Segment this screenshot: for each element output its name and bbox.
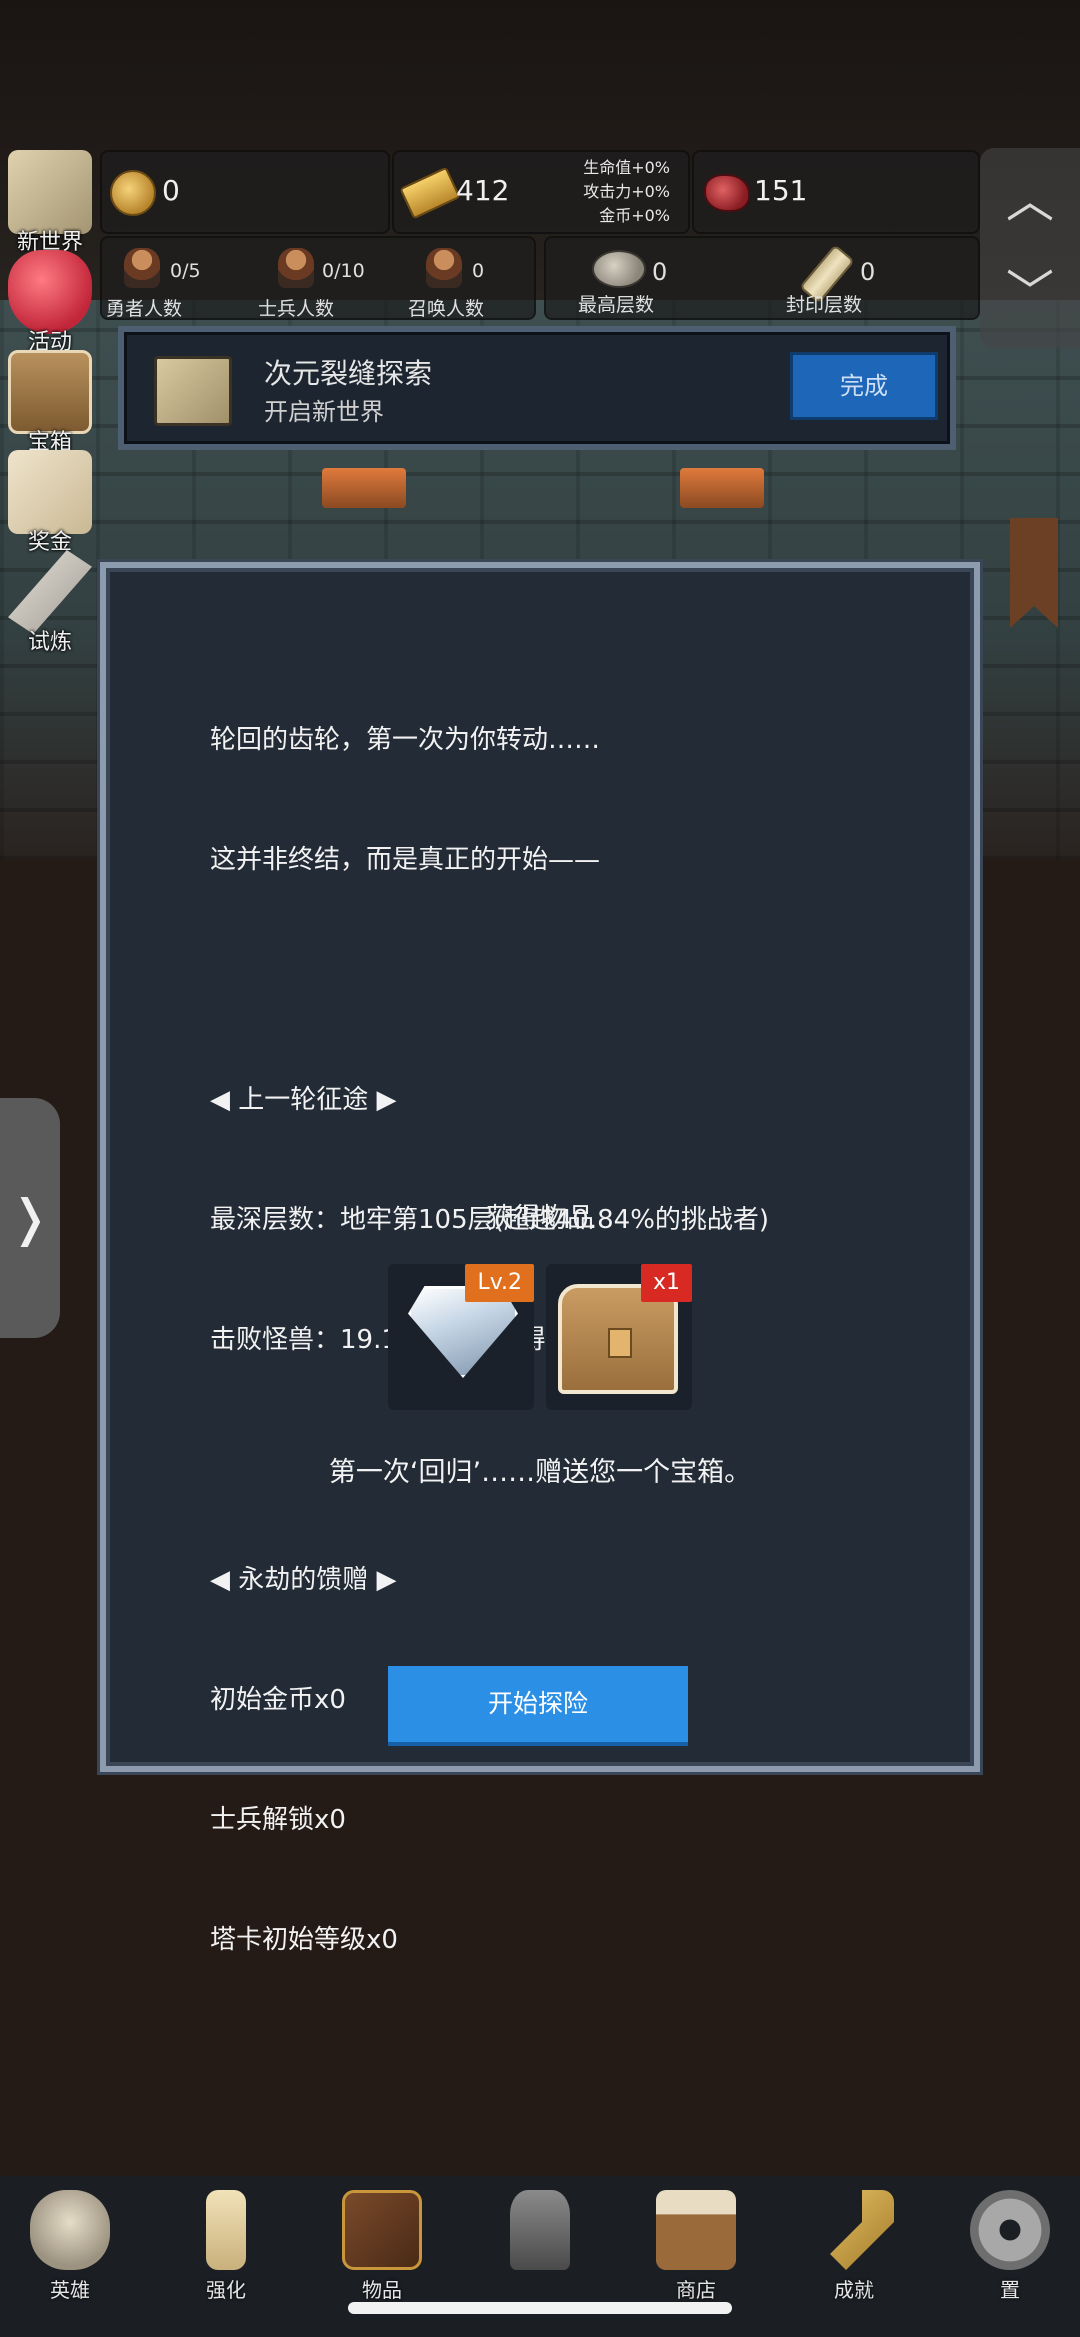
bonus-hp: 生命值+0% bbox=[583, 158, 670, 177]
quest-complete-button[interactable]: 完成 bbox=[790, 352, 938, 420]
quest-panel: 次元裂缝探索 开启新世界 完成 bbox=[118, 326, 956, 450]
lock-icon bbox=[608, 1328, 632, 1358]
key-icon bbox=[830, 2190, 894, 2270]
coin-icon bbox=[110, 170, 156, 216]
dialog-line: 这并非终结，而是真正的开始—— bbox=[210, 845, 601, 875]
rebirth-dialog: 轮回的齿轮，第一次为你转动…… 这并非终结，而是真正的开始—— ◀ 上一轮征途 … bbox=[100, 562, 980, 1955]
coins-panel: 0 bbox=[100, 150, 390, 234]
gear-icon bbox=[970, 2190, 1050, 2270]
stone-icon bbox=[592, 250, 646, 288]
nav-label: 成就 bbox=[834, 2278, 874, 2302]
heart-icon bbox=[8, 250, 92, 334]
level-badge: Lv.2 bbox=[465, 1264, 534, 1302]
quest-title: 次元裂缝探索 bbox=[264, 357, 433, 390]
summon-label: 召唤人数 bbox=[408, 298, 485, 320]
floors-panel: 0 最高层数 0 封印层数 bbox=[544, 236, 980, 320]
chevron-right-icon: ❭ bbox=[9, 1189, 51, 1247]
nav-settings[interactable]: 置 bbox=[940, 2184, 1080, 2304]
chevron-up-icon[interactable]: ︿ bbox=[980, 156, 1080, 246]
side-item-trial[interactable]: 试炼 bbox=[0, 550, 100, 655]
chest-icon bbox=[8, 350, 92, 434]
gems-panel: 151 bbox=[692, 150, 980, 234]
section-heading: ◀ 上一轮征途 ▶ bbox=[210, 1085, 397, 1115]
mug-icon bbox=[656, 2190, 736, 2270]
max-floor-label: 最高层数 bbox=[578, 294, 655, 316]
gems-value: 151 bbox=[754, 174, 808, 207]
nav-label: 物品 bbox=[362, 2278, 402, 2302]
soldiers-value: 0/10 bbox=[322, 260, 365, 282]
dialog-line bbox=[210, 960, 769, 1000]
heroes-value: 0/5 bbox=[170, 260, 201, 282]
nav-label: 强化 bbox=[206, 2278, 246, 2302]
nav-heroes[interactable]: 英雄 bbox=[0, 2184, 140, 2304]
coins-value: 0 bbox=[162, 174, 180, 207]
side-item-label: 试炼 bbox=[27, 630, 72, 655]
lantern-icon bbox=[510, 2190, 570, 2270]
ruby-icon bbox=[704, 174, 750, 212]
dialog-line: 士兵解锁x0 bbox=[210, 1805, 346, 1835]
nav-label: 置 bbox=[1000, 2278, 1020, 2302]
heroes-label: 勇者人数 bbox=[106, 298, 183, 320]
map-icon bbox=[8, 150, 92, 234]
side-item-chest[interactable]: 宝箱 bbox=[0, 350, 100, 455]
chandelier-icon bbox=[680, 468, 764, 508]
home-indicator[interactable] bbox=[348, 2302, 732, 2314]
map-icon bbox=[154, 356, 232, 426]
book-icon bbox=[342, 2190, 422, 2270]
nav-shop[interactable]: 商店 bbox=[626, 2184, 766, 2304]
gold-bar-icon bbox=[399, 166, 461, 220]
nav-items[interactable]: 物品 bbox=[312, 2184, 452, 2304]
quantity-badge: x1 bbox=[640, 1264, 692, 1302]
skull-icon bbox=[30, 2190, 110, 2270]
hero-icon bbox=[124, 248, 160, 288]
sealed-floor-label: 封印层数 bbox=[786, 294, 863, 316]
reward-item-diamond[interactable]: Lv.2 bbox=[388, 1264, 534, 1410]
dialog-line: 塔卡初始等级x0 bbox=[210, 1925, 398, 1955]
items-title: 获得物品 bbox=[486, 1203, 594, 1234]
drawer-toggle[interactable]: ❭ bbox=[0, 1098, 60, 1338]
max-floor-value: 0 bbox=[652, 258, 668, 286]
feather-icon bbox=[8, 550, 92, 634]
gift-text: 第一次‘回归’……赠送您一个宝箱。 bbox=[328, 1457, 752, 1488]
nav-achievements[interactable]: 成就 bbox=[784, 2184, 924, 2304]
bonus-atk: 攻击力+0% bbox=[583, 182, 670, 201]
nav-label: 英雄 bbox=[50, 2278, 90, 2302]
units-panel: 0/5 勇者人数 0/10 士兵人数 0 召唤人数 bbox=[100, 236, 536, 320]
chevron-down-icon[interactable]: ﹀ bbox=[980, 248, 1080, 338]
bonus-list: 生命值+0% 攻击力+0% 金币+0% bbox=[534, 156, 670, 228]
bonus-coin: 金币+0% bbox=[599, 206, 670, 225]
start-adventure-button[interactable]: 开始探险 bbox=[388, 1666, 688, 1746]
side-item-events[interactable]: 活动 bbox=[0, 250, 100, 355]
soldier-icon bbox=[278, 248, 314, 288]
gold-panel: 412 生命值+0% 攻击力+0% 金币+0% bbox=[392, 150, 690, 234]
scroll-arrows: ︿ ﹀ bbox=[980, 148, 1080, 348]
summon-icon bbox=[426, 248, 462, 288]
nav-lantern[interactable] bbox=[470, 2184, 610, 2304]
nav-upgrade[interactable]: 强化 bbox=[156, 2184, 296, 2304]
gold-value: 412 bbox=[456, 174, 510, 207]
quest-subtitle: 开启新世界 bbox=[264, 398, 384, 426]
reward-item-chest[interactable]: x1 bbox=[546, 1264, 692, 1410]
torch-icon bbox=[322, 468, 406, 508]
soldiers-label: 士兵人数 bbox=[258, 298, 335, 320]
summon-value: 0 bbox=[472, 260, 485, 282]
envelope-icon bbox=[8, 450, 92, 534]
nav-label: 商店 bbox=[676, 2278, 716, 2302]
sealed-floor-value: 0 bbox=[860, 258, 876, 286]
section-heading: ◀ 永劫的馈赠 ▶ bbox=[210, 1565, 397, 1595]
side-item-bonus[interactable]: 奖金 bbox=[0, 450, 100, 555]
dialog-line: 轮回的齿轮，第一次为你转动…… bbox=[210, 725, 601, 755]
candle-icon bbox=[206, 2190, 246, 2270]
side-item-new-world[interactable]: 新世界 bbox=[0, 150, 100, 255]
